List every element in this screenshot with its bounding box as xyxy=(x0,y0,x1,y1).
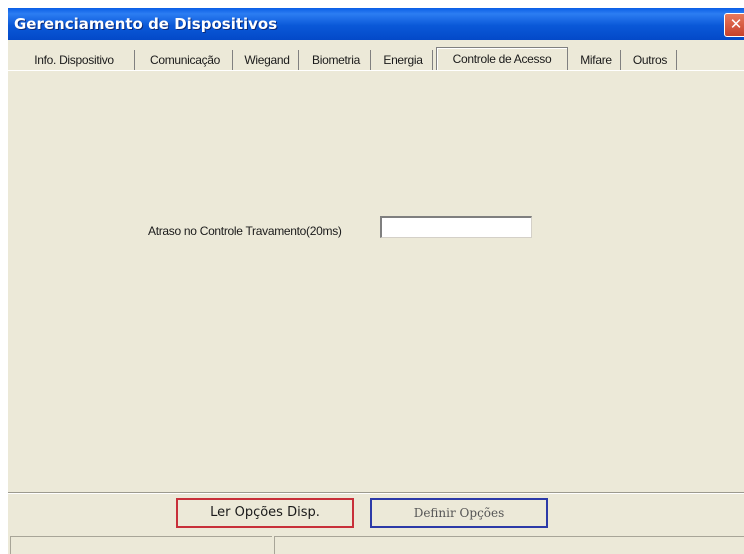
tab-info-dispositivo[interactable]: Info. Dispositivo xyxy=(14,50,135,70)
set-options-button[interactable]: Definir Opções xyxy=(370,498,548,528)
tab-comunicacao[interactable]: Comunicação xyxy=(138,50,233,70)
tab-wiegand[interactable]: Wiegand xyxy=(236,50,299,70)
tab-biometria[interactable]: Biometria xyxy=(302,50,371,70)
lock-delay-input[interactable] xyxy=(380,216,532,238)
lock-delay-label: Atraso no Controle Travamento(20ms) xyxy=(148,224,342,238)
close-icon: ✕ xyxy=(729,15,743,33)
tab-energia[interactable]: Energia xyxy=(374,50,433,70)
button-area-divider-highlight xyxy=(8,493,744,494)
tab-controle-de-acesso[interactable]: Controle de Acesso xyxy=(436,47,568,70)
close-button[interactable]: ✕ xyxy=(724,13,744,37)
device-management-window: Gerenciamento de Dispositivos ✕ Info. Di… xyxy=(8,8,744,554)
tab-outros[interactable]: Outros xyxy=(624,50,677,70)
window-title: Gerenciamento de Dispositivos xyxy=(14,15,278,33)
status-pane-right xyxy=(274,536,744,554)
title-bar[interactable]: Gerenciamento de Dispositivos ✕ xyxy=(8,8,744,40)
tab-strip-divider xyxy=(8,70,744,71)
tab-mifare[interactable]: Mifare xyxy=(572,50,621,70)
read-options-button[interactable]: Ler Opções Disp. xyxy=(176,498,354,528)
status-pane-left xyxy=(10,536,272,554)
